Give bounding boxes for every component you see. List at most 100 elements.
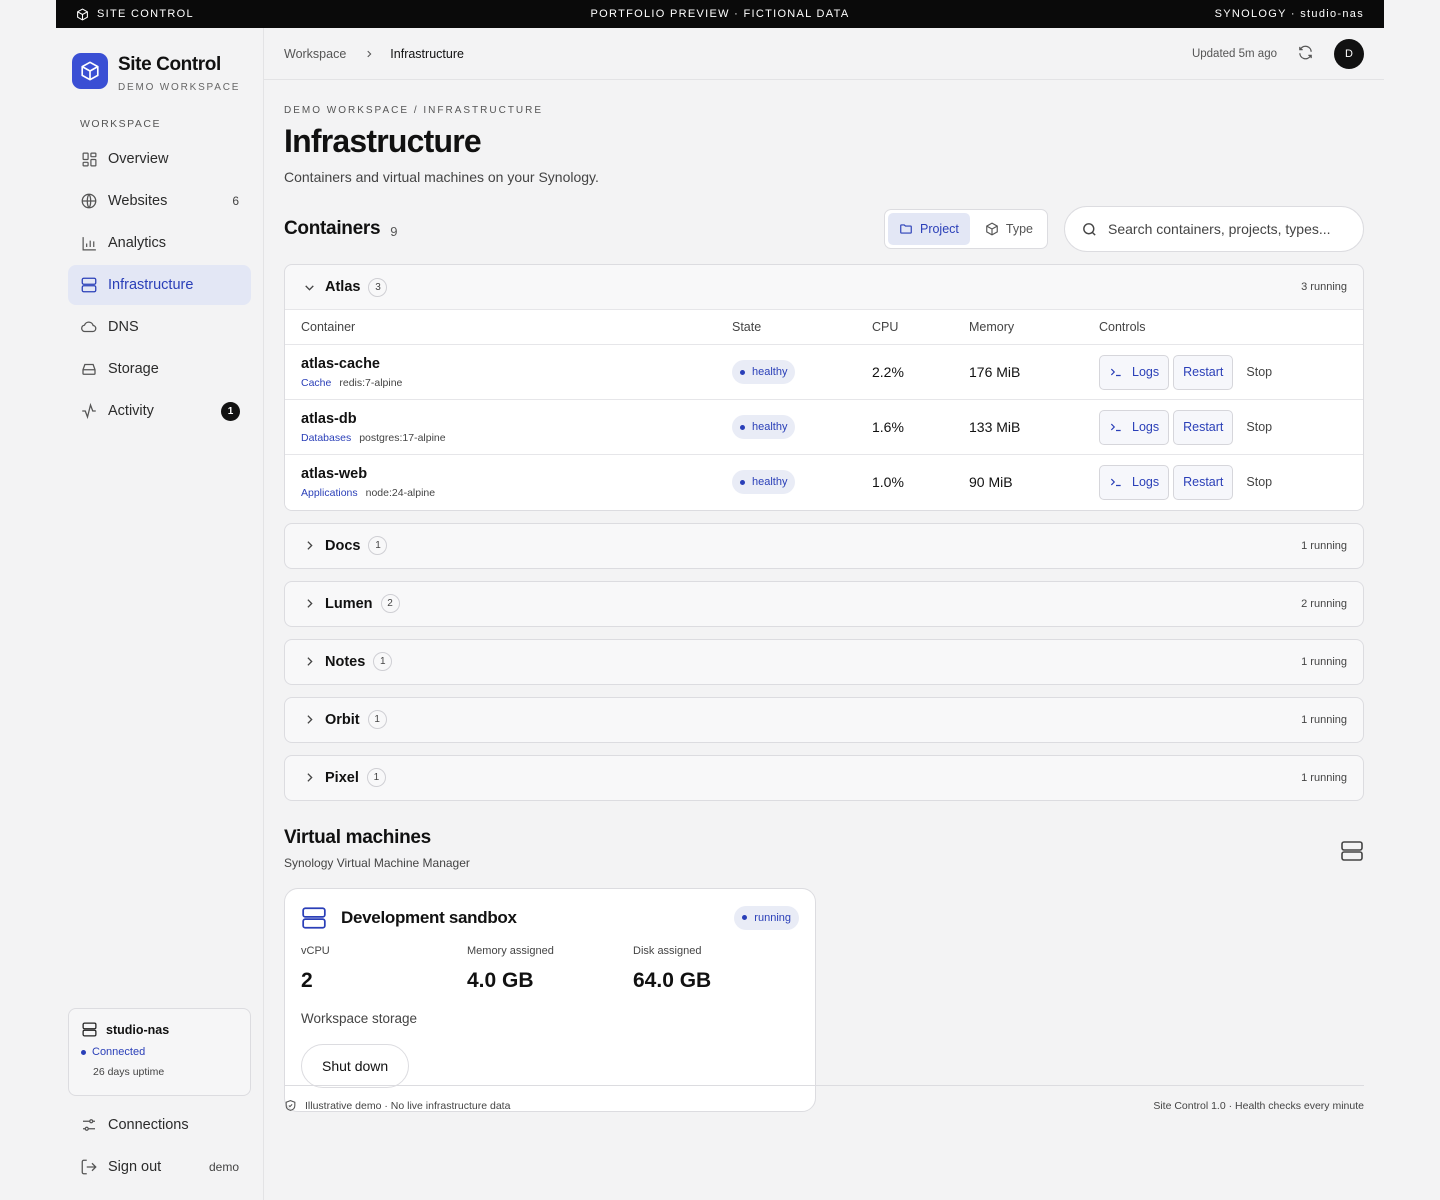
group-count: 1 xyxy=(368,536,388,555)
globe-icon xyxy=(80,192,98,210)
vm-section-header: Virtual machines Synology Virtual Machin… xyxy=(284,827,1364,870)
logs-button[interactable]: Logs xyxy=(1099,464,1170,500)
containers-toolbar: Containers 9 Project Type xyxy=(284,206,1364,252)
pulse-icon xyxy=(80,402,98,420)
container-name: atlas-cache xyxy=(301,355,380,372)
restart-button[interactable]: Restart xyxy=(1173,464,1234,500)
chevron-right-icon xyxy=(301,712,317,728)
sidebar-item-label: Analytics xyxy=(108,235,167,251)
group-by-type-button[interactable]: Type xyxy=(974,213,1044,245)
group-header[interactable]: Orbit 1 1 running xyxy=(285,698,1363,742)
terminal-icon xyxy=(1110,368,1121,377)
status-badge: running xyxy=(734,905,799,930)
group-count: 3 xyxy=(368,277,388,297)
logs-button[interactable]: Logs xyxy=(1099,409,1170,445)
group-header[interactable]: Notes 1 1 running xyxy=(285,640,1363,684)
project-group-docs[interactable]: Docs 1 1 running xyxy=(284,522,1364,569)
group-name: Lumen xyxy=(325,595,373,612)
group-by-project-button[interactable]: Project xyxy=(887,213,970,245)
banner-host: SYNOLOGY · studio-nas xyxy=(1214,8,1364,20)
sidebar-item-websites[interactable]: Websites 6 xyxy=(68,181,251,221)
column-header: CPU xyxy=(872,309,969,345)
footer-version: Site Control 1.0 · Health checks every m… xyxy=(1153,1099,1364,1112)
container-category[interactable]: Databases xyxy=(301,432,351,444)
table-row: atlas-web Applications node:24-alpine he… xyxy=(285,454,1363,510)
container-category[interactable]: Applications xyxy=(301,487,358,499)
sidebar-item-activity[interactable]: Activity 1 xyxy=(68,391,251,431)
restart-button[interactable]: Restart xyxy=(1173,409,1234,445)
group-header[interactable]: Lumen 2 2 running xyxy=(285,582,1363,626)
group-header[interactable]: Docs 1 1 running xyxy=(285,524,1363,568)
status-dot xyxy=(81,1049,86,1055)
cube-icon xyxy=(986,222,998,236)
grid-icon xyxy=(80,150,98,168)
search-input[interactable] xyxy=(1108,221,1338,237)
table-header-row: Container State CPU Memory Controls xyxy=(285,309,1363,345)
project-group-pixel[interactable]: Pixel 1 1 running xyxy=(284,754,1364,801)
container-name: atlas-db xyxy=(301,410,357,427)
containers-heading: Containers xyxy=(284,218,381,239)
stop-button[interactable]: Stop xyxy=(1237,475,1281,489)
group-running: 1 running xyxy=(1301,713,1347,726)
status-text: healthy xyxy=(752,476,788,489)
group-header[interactable]: Pixel 1 1 running xyxy=(285,756,1363,800)
sidebar-item-connections[interactable]: Connections xyxy=(68,1105,251,1145)
stat-label: vCPU xyxy=(301,944,330,957)
page-content: DEMO WORKSPACE / INFRASTRUCTURE Infrastr… xyxy=(284,80,1364,1112)
column-header: Controls xyxy=(1099,309,1363,345)
page-overline: DEMO WORKSPACE / INFRASTRUCTURE xyxy=(284,105,544,116)
app-logo[interactable]: Site Control DEMO WORKSPACE xyxy=(72,53,240,93)
vm-card: Development sandbox running vCPU 2 Memor… xyxy=(284,887,816,1112)
group-name: Orbit xyxy=(325,711,360,728)
stop-button[interactable]: Stop xyxy=(1237,365,1281,379)
group-header[interactable]: Atlas 3 3 running xyxy=(285,265,1363,309)
cube-icon xyxy=(77,7,88,21)
shut-down-button[interactable]: Shut down xyxy=(301,1043,410,1088)
group-count: 1 xyxy=(367,710,387,729)
status-dot xyxy=(740,424,745,430)
sidebar-item-dns[interactable]: DNS xyxy=(68,307,251,347)
sidebar-item-infrastructure[interactable]: Infrastructure xyxy=(68,265,251,305)
avatar[interactable]: D xyxy=(1334,38,1364,69)
stat-label: Memory assigned xyxy=(467,944,554,957)
app-title: Site Control xyxy=(118,54,221,75)
group-by-project-label: Project xyxy=(919,222,959,236)
status-dot xyxy=(740,369,745,375)
chevron-right-icon xyxy=(301,538,317,554)
nas-status: Connected xyxy=(92,1046,146,1058)
sidebar-item-storage[interactable]: Storage xyxy=(68,349,251,389)
group-running: 3 running xyxy=(1301,281,1347,293)
memory-value: 90 MiB xyxy=(969,454,1099,510)
server-icon xyxy=(302,906,326,929)
status-dot xyxy=(740,479,745,485)
chevron-down-icon xyxy=(301,279,317,295)
sidebar-item-label: Overview xyxy=(108,151,169,167)
stop-button[interactable]: Stop xyxy=(1237,420,1281,434)
status-badge: healthy xyxy=(732,415,796,439)
nas-status-card: studio-nas Connected 26 days uptime xyxy=(68,1008,251,1096)
project-group-lumen[interactable]: Lumen 2 2 running xyxy=(284,580,1364,627)
sign-out-icon xyxy=(80,1158,98,1176)
terminal-icon xyxy=(1110,478,1121,487)
sidebar-item-analytics[interactable]: Analytics xyxy=(68,223,251,263)
group-running: 2 running xyxy=(1301,597,1347,610)
group-running: 1 running xyxy=(1301,655,1347,668)
breadcrumb-current: Infrastructure xyxy=(390,46,464,61)
sidebar-item-overview[interactable]: Overview xyxy=(68,139,251,179)
memory-value: 176 MiB xyxy=(969,344,1099,400)
sign-out-button[interactable]: Sign out demo xyxy=(68,1147,251,1187)
activity-badge: 1 xyxy=(221,401,240,421)
breadcrumb-workspace[interactable]: Workspace xyxy=(284,47,346,61)
logs-button[interactable]: Logs xyxy=(1099,354,1170,390)
cloud-icon xyxy=(80,318,98,336)
column-header: Memory xyxy=(969,309,1099,345)
group-running: 1 running xyxy=(1301,771,1347,784)
refresh-icon[interactable] xyxy=(1297,44,1314,64)
project-group-orbit[interactable]: Orbit 1 1 running xyxy=(284,696,1364,743)
restart-button[interactable]: Restart xyxy=(1173,354,1234,390)
app-subtitle: DEMO WORKSPACE xyxy=(118,82,241,93)
container-category[interactable]: Cache xyxy=(301,377,331,389)
top-banner: SITE CONTROL PORTFOLIO PREVIEW · FICTION… xyxy=(56,0,1384,28)
stat-value: 2 xyxy=(301,968,313,992)
project-group-notes[interactable]: Notes 1 1 running xyxy=(284,638,1364,685)
